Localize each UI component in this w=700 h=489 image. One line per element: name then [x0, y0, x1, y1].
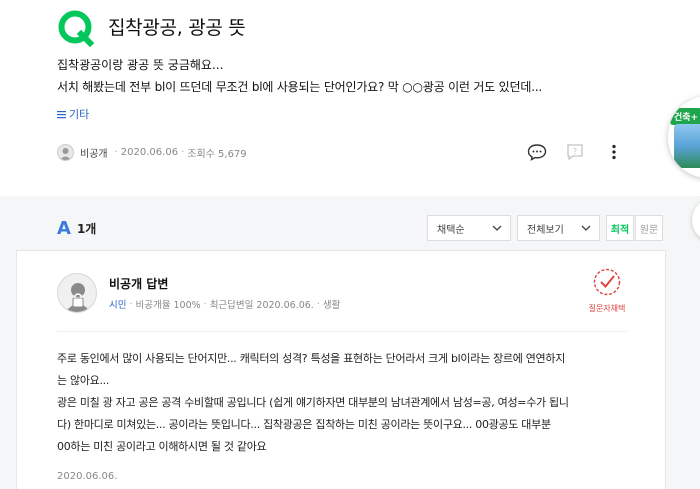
- question-help-button[interactable]: ?: [564, 141, 586, 163]
- promo-image: [674, 124, 700, 168]
- answer-line: 광은 미칠 광 자고 공은 공격 수비할때 공입니다 (쉽게 얘기하자면 대부분…: [57, 396, 569, 409]
- answerer-avatar: [57, 273, 97, 313]
- answer-count: 1개: [76, 222, 97, 236]
- question-mark-icon: ?: [567, 144, 583, 161]
- question-body-line-1: 집착광공이랑 광공 뜻 궁금해요...: [57, 58, 224, 72]
- answer-line: 는 않아요...: [57, 374, 110, 387]
- separator-dot: ·: [181, 147, 185, 158]
- answers-header: A 1개: [57, 218, 96, 239]
- q-logo-icon: [58, 10, 95, 47]
- question-date: 2020.06.06: [120, 147, 179, 158]
- separator-dot: ·: [114, 147, 118, 158]
- check-badge-icon: [593, 268, 621, 296]
- question-body-line-2: 서치 해봤는데 전부 bl이 뜨던데 무조건 bl에 사용되는 단어인가요? 막…: [57, 80, 543, 94]
- answer-text: 주로 동인에서 많이 사용되는 단어지만... 캐릭터의 성격? 특성을 표현하…: [57, 348, 637, 458]
- category-link[interactable]: 기타: [57, 106, 89, 122]
- original-toggle[interactable]: 원문: [635, 215, 663, 241]
- svg-text:?: ?: [573, 147, 577, 156]
- promo-tag: 건축+: [670, 108, 700, 125]
- more-options-button[interactable]: [603, 141, 625, 163]
- answer-card: 비공개 답변 시민 · 비공개율 100% · 최근답변일 2020.06.06…: [16, 250, 666, 489]
- view-count: 조회수 5,679: [187, 149, 247, 160]
- comment-icon: [527, 144, 547, 161]
- chevron-down-icon: [581, 225, 591, 231]
- list-icon: [57, 110, 66, 118]
- chevron-down-icon: [492, 225, 502, 231]
- answer-date: 2020.06.06.: [57, 471, 118, 482]
- side-round-button[interactable]: [692, 198, 700, 242]
- chosen-badge: 질문자채택: [587, 267, 627, 314]
- chosen-label: 질문자채택: [588, 304, 626, 313]
- category-label: 기타: [69, 108, 90, 121]
- view-select[interactable]: 전체보기: [517, 215, 600, 241]
- sort-select[interactable]: 채택순: [427, 215, 511, 241]
- question-section: 집착광공, 광공 뜻 집착광공이랑 광공 뜻 궁금해요... 서치 해봤는데 전…: [0, 0, 700, 196]
- sort-select-value: 채택순: [437, 224, 465, 236]
- answer-field: 생활: [322, 300, 341, 311]
- answerer-name: 비공개 답변: [109, 277, 169, 291]
- comment-button[interactable]: [526, 141, 548, 163]
- question-meta: 비공개 · 2020.06.06 · 조회수 5,679: [57, 144, 247, 161]
- author-avatar: [57, 144, 74, 161]
- answer-meta: 시민 · 비공개율 100% · 최근답변일 2020.06.06. · 생활: [109, 297, 341, 312]
- answer-letter-icon: A: [57, 218, 71, 239]
- answer-line: 주로 동인에서 많이 사용되는 단어지만... 캐릭터의 성격? 특성을 표현하…: [57, 352, 566, 365]
- latest-toggle[interactable]: 최적: [606, 215, 634, 241]
- author-name: 비공개: [80, 149, 108, 160]
- separator-dot: ·: [203, 298, 207, 310]
- question-title: 집착광공, 광공 뜻: [108, 17, 246, 39]
- answer-line: 00하는 미친 공이라고 이해하시면 될 것 같아요: [57, 440, 267, 453]
- separator-dot: ·: [129, 298, 133, 310]
- separator-dot: ·: [316, 298, 320, 310]
- last-answer-date: 최근답변일 2020.06.06.: [209, 300, 314, 311]
- answer-line: 다) 한마디로 미쳐있는... 공이라는 뜻입니다... 집착광공은 집착하는 …: [57, 418, 551, 431]
- view-select-value: 전체보기: [527, 224, 564, 236]
- divider: [57, 331, 627, 332]
- adoption-rate: 비공개율 100%: [135, 300, 201, 311]
- more-vertical-icon: [612, 144, 616, 160]
- answerer-grade[interactable]: 시민: [109, 297, 126, 311]
